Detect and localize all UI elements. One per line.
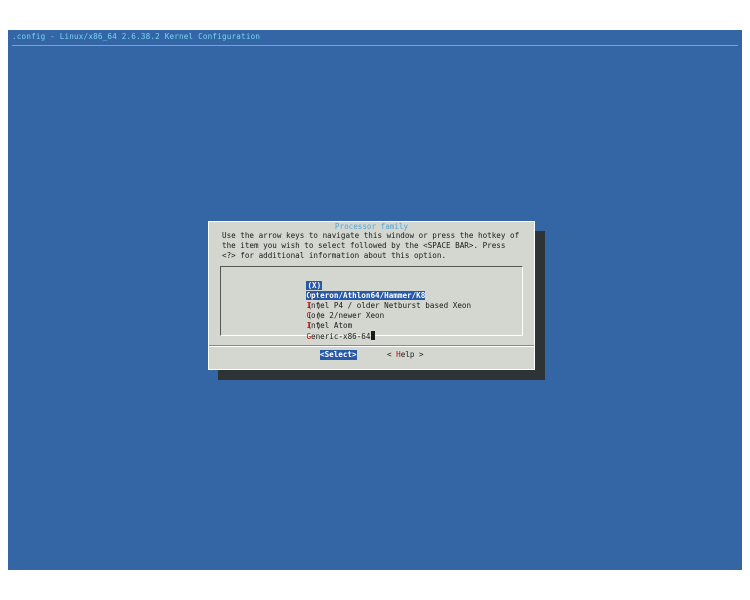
- help-button[interactable]: < Help >: [387, 350, 424, 360]
- option-core2[interactable]: ( ) Core 2/newer Xeon: [279, 291, 384, 320]
- option-generic-x86-64[interactable]: ( ) Generic-x86-64: [279, 311, 376, 341]
- option-opteron[interactable]: (X) Opteron/Athlon64/Hammer/K8: [279, 271, 426, 300]
- button-row: <Select> < Help >: [209, 350, 534, 360]
- select-button[interactable]: <Select>: [320, 350, 357, 360]
- dialog-title-text: Processor family: [332, 222, 411, 231]
- radio-mark[interactable]: ( ): [306, 321, 322, 330]
- help-button-prefix: <: [387, 350, 397, 359]
- option-label-rest: eneric-x86-64: [311, 332, 371, 341]
- processor-family-dialog: Processor family Use the arrow keys to n…: [208, 221, 535, 370]
- button-divider: [209, 345, 534, 346]
- dialog-instructions: Use the arrow keys to navigate this wind…: [222, 231, 520, 260]
- help-button-rest: elp >: [400, 350, 424, 359]
- title-divider: [12, 45, 738, 46]
- window-title: .config - Linux/x86_64 2.6.38.2 Kernel C…: [12, 32, 261, 41]
- option-intel-p4[interactable]: ( ) Intel P4 / older Netburst based Xeon: [279, 281, 471, 310]
- option-list: (X) Opteron/Athlon64/Hammer/K8 ( ) Intel…: [220, 266, 523, 341]
- text-cursor: [371, 331, 376, 340]
- dialog-title: Processor family: [209, 222, 534, 231]
- option-intel-atom[interactable]: ( ) Intel Atom: [279, 301, 352, 330]
- list-scroll-mark: [220, 329, 221, 333]
- option-label: Generic-x86-64: [306, 332, 370, 341]
